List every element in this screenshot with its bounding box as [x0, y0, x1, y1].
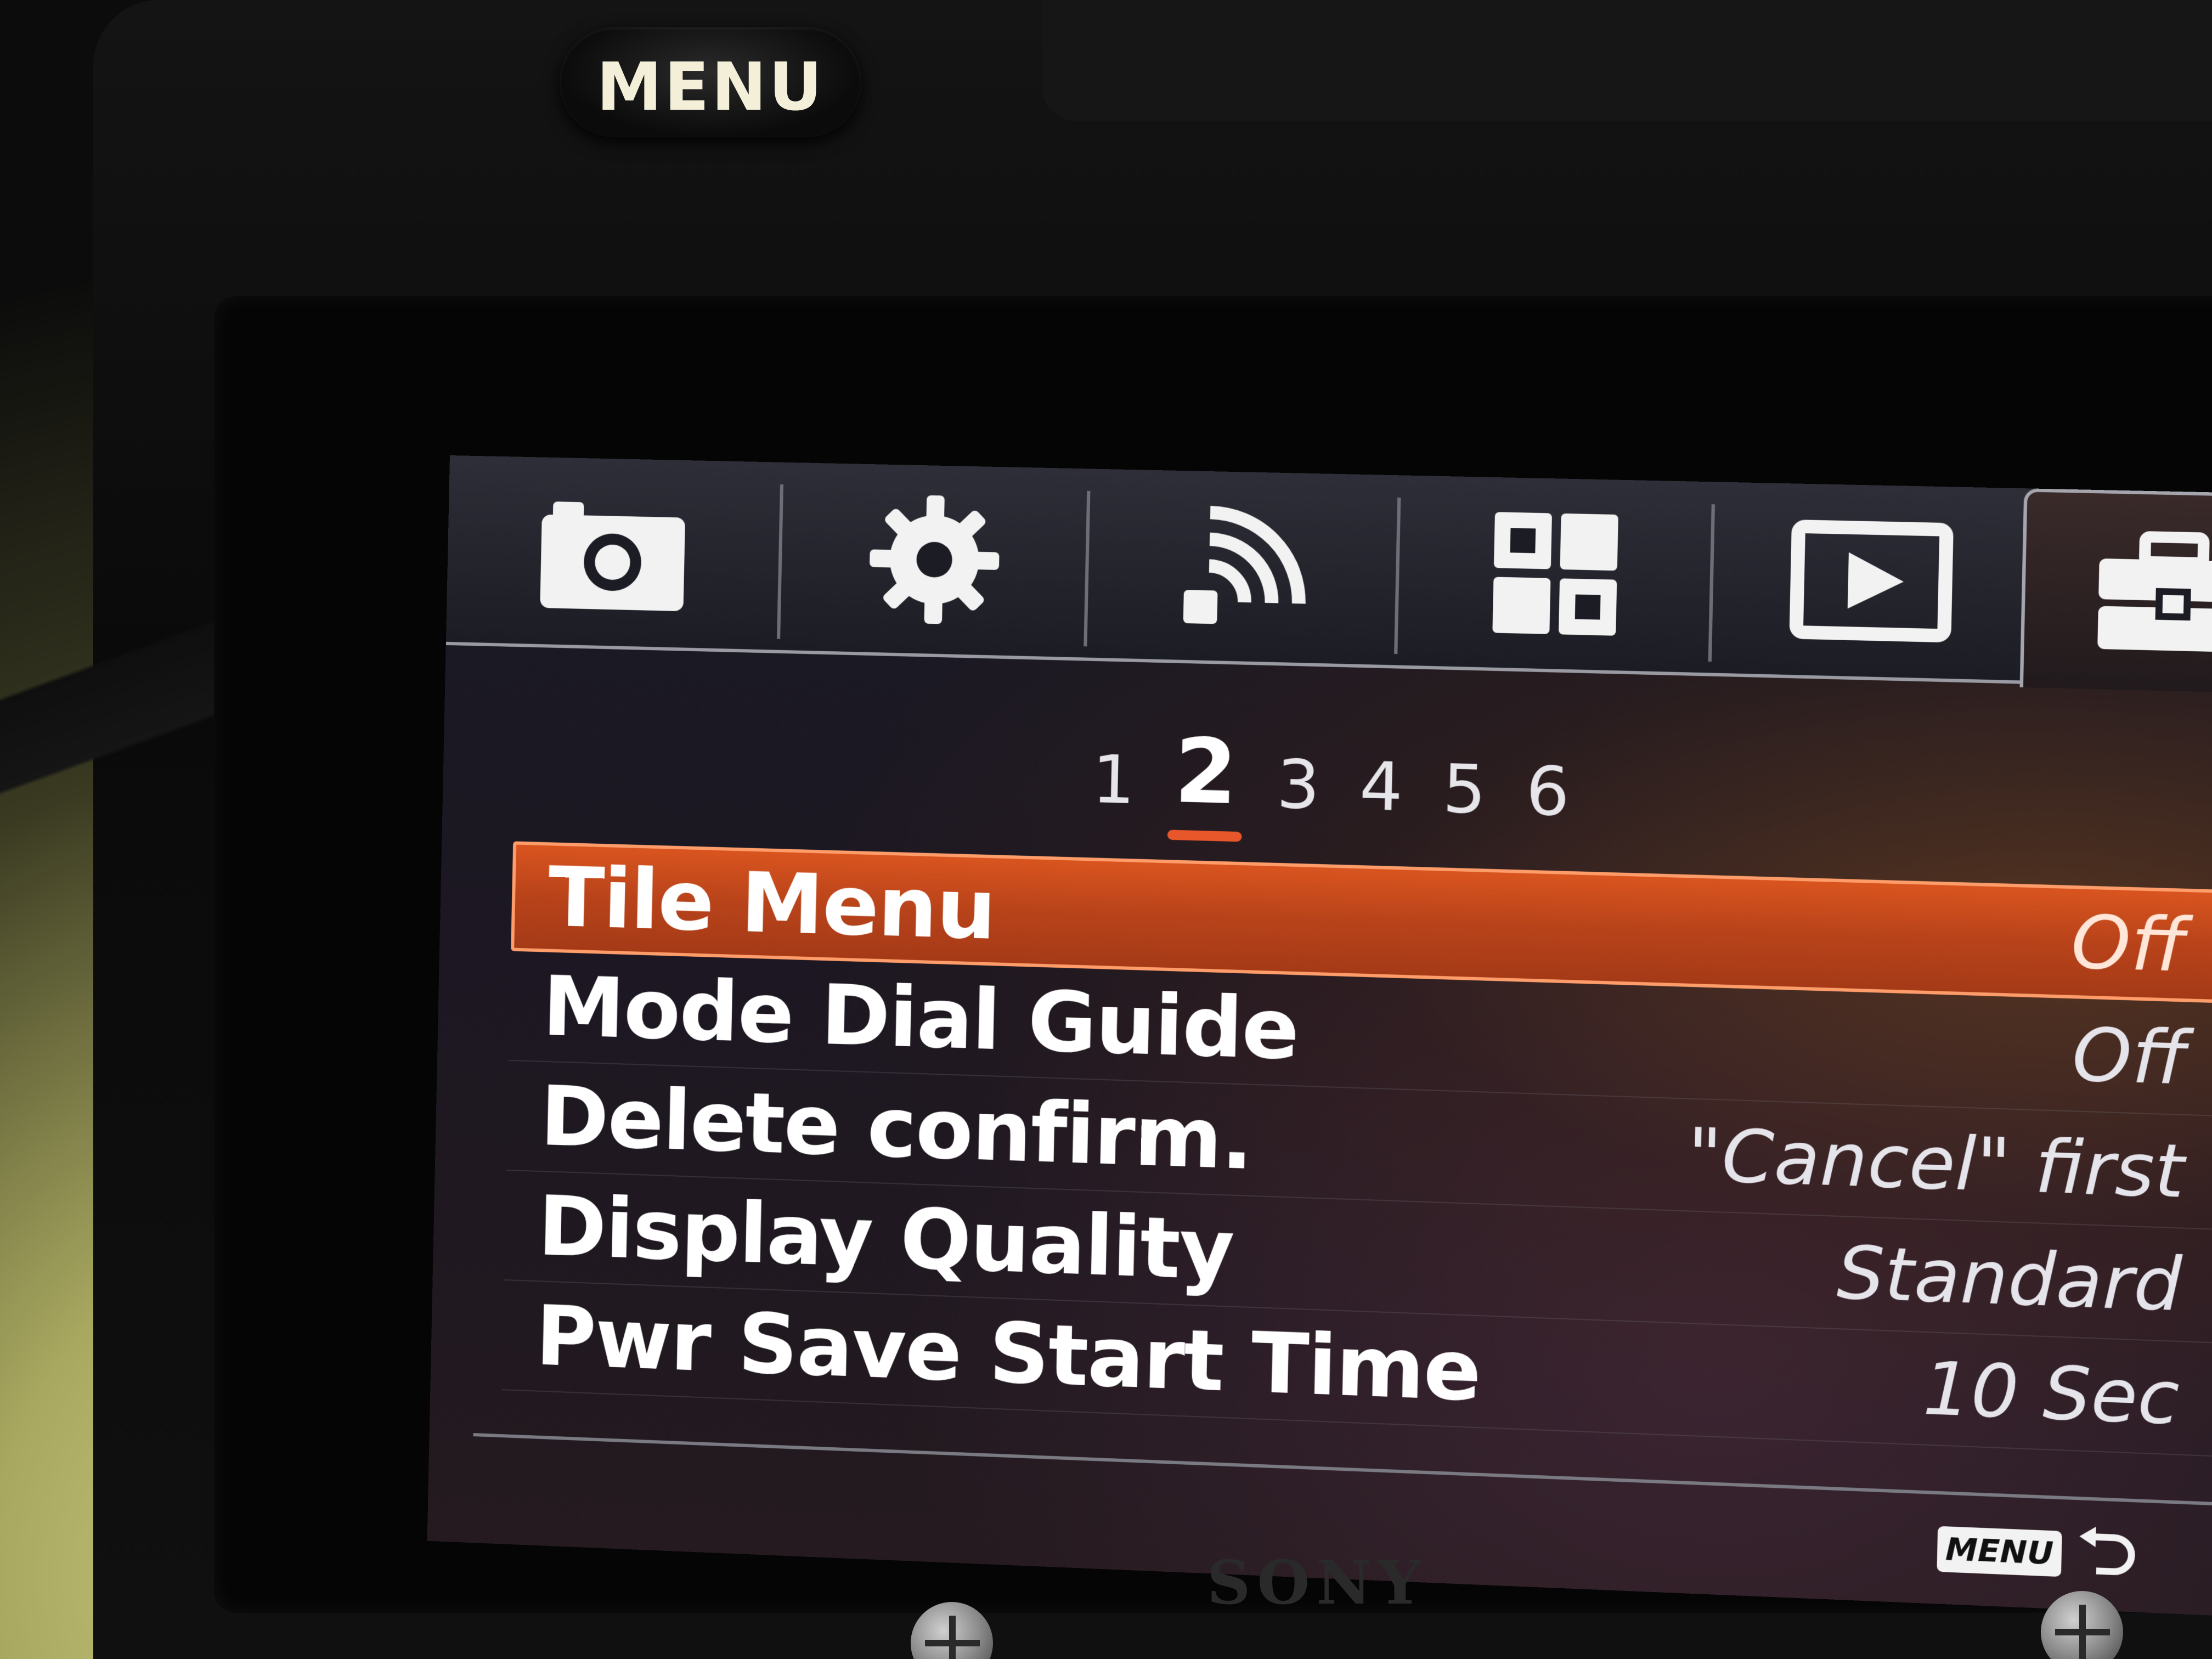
- gear-icon: [855, 492, 1014, 628]
- playback-icon: [1789, 512, 1954, 651]
- menu-item-value: "Cancel" first: [1686, 1112, 2185, 1215]
- tab-playback[interactable]: [1719, 482, 2024, 681]
- page-number[interactable]: 5: [1442, 756, 1487, 824]
- photo-scene: MENU 1 2 3 4 5 6 Tile Menu Off Mode Dial…: [0, 0, 2212, 1659]
- tab-setup[interactable]: [2020, 488, 2212, 695]
- menu-item-value: Standard: [1836, 1229, 2183, 1328]
- tab-divider: [1394, 498, 1401, 654]
- menu-item-value: 10 Sec: [1922, 1346, 2180, 1441]
- toolbox-icon: [2090, 523, 2212, 663]
- page-number[interactable]: 3: [1276, 752, 1321, 820]
- tab-settings[interactable]: [788, 462, 1082, 657]
- menu-badge: MENU: [1937, 1526, 2062, 1577]
- menu-tab-bar: [446, 455, 2212, 691]
- page-indicator: 123456: [1091, 702, 1571, 826]
- menu-list: Tile Menu Off Mode Dial Guide Off Delete con…: [501, 841, 2212, 1457]
- page-number[interactable]: 2: [1173, 726, 1238, 817]
- back-arrow-icon: [2073, 1525, 2144, 1587]
- menu-button-label: MENU: [560, 49, 861, 126]
- menu-item-label: Tile Menu: [547, 849, 996, 958]
- page-number[interactable]: 4: [1359, 754, 1404, 822]
- brand-logo: SONY: [1207, 1547, 1427, 1618]
- page-number[interactable]: 1: [1091, 747, 1136, 815]
- tab-applications[interactable]: [1405, 476, 1706, 673]
- tab-camera[interactable]: [468, 456, 759, 650]
- tab-network[interactable]: [1094, 469, 1392, 665]
- applications-icon: [1474, 505, 1637, 643]
- tab-divider: [777, 484, 783, 639]
- menu-hardware-button[interactable]: MENU: [560, 27, 861, 137]
- menu-item-label: Delete confirm.: [539, 1069, 1253, 1189]
- menu-item-value: Off: [2072, 1012, 2188, 1101]
- tab-divider: [1084, 491, 1090, 646]
- back-hint[interactable]: MENU: [1937, 1519, 2144, 1587]
- menu-item-value: Off: [2070, 899, 2187, 989]
- wireless-icon: [1163, 498, 1323, 635]
- tab-divider: [1708, 504, 1715, 662]
- menu-item-label: Mode Dial Guide: [541, 958, 1299, 1079]
- camera-icon: [534, 484, 691, 620]
- menu-item-label: Display Quality: [537, 1178, 1234, 1300]
- camera-top-plate: [1042, 0, 2212, 121]
- lcd-screen: 123456 Tile Menu Off Mode Dial Guide Off Del…: [427, 455, 2212, 1618]
- strap-lug: [0, 510, 230, 894]
- page-number[interactable]: 6: [1525, 758, 1570, 827]
